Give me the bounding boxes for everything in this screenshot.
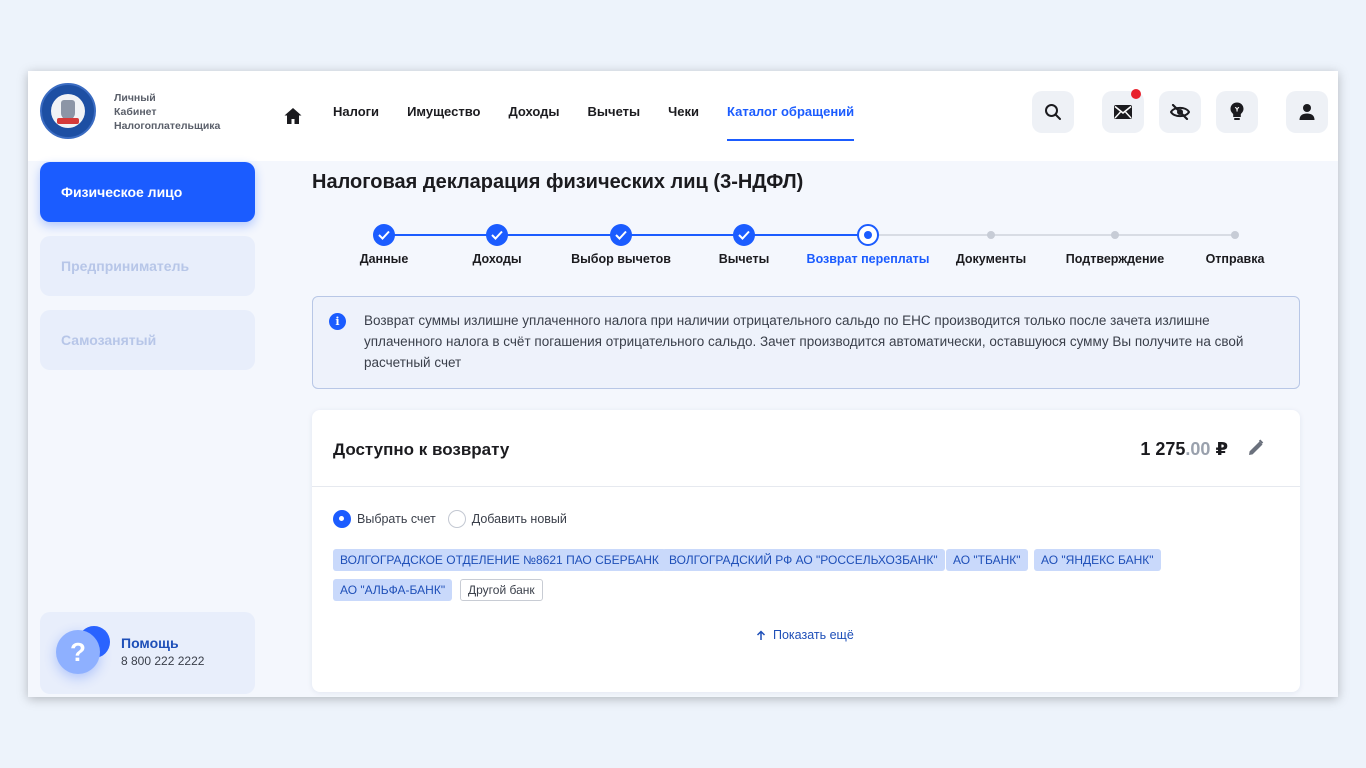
check-icon [378, 230, 390, 240]
brand-text[interactable]: Личный Кабинет Налогоплательщика [114, 91, 220, 133]
step-node-deductions[interactable] [733, 224, 755, 246]
user-icon [1299, 104, 1315, 120]
account-choice: Выбрать счет Добавить новый [333, 510, 579, 528]
radio-add-new-label[interactable]: Добавить новый [472, 512, 567, 526]
check-icon [615, 230, 627, 240]
refund-amount: 1 275.00 ₽ [1140, 439, 1228, 460]
help-phone: 8 800 222 2222 [121, 654, 205, 668]
nav-income[interactable]: Доходы [508, 71, 559, 161]
radio-select-account-label[interactable]: Выбрать счет [357, 512, 436, 526]
pencil-icon [1249, 439, 1264, 455]
bank-chip-yandex[interactable]: АО "ЯНДЕКС БАНК" [1034, 549, 1161, 571]
step-label-deductions[interactable]: Вычеты [719, 252, 770, 266]
step-node-income[interactable] [486, 224, 508, 246]
ideas-button[interactable]: Y [1216, 91, 1258, 133]
main-content: Налоговая декларация физических лиц (3-Н… [282, 161, 1338, 697]
bank-chip-alfa[interactable]: АО "АЛЬФА-БАНК" [333, 579, 453, 601]
stepper-remaining-line [868, 234, 1235, 236]
eye-off-icon [1170, 104, 1190, 120]
sidebar-item-self-employed[interactable]: Самозанятый [40, 310, 255, 370]
ribbon-icon [57, 118, 79, 124]
step-label-data[interactable]: Данные [360, 252, 409, 266]
show-more-label: Показать ещё [773, 628, 854, 642]
help-card[interactable]: ? Помощь 8 800 222 2222 [40, 612, 255, 694]
step-label-choose-deductions[interactable]: Выбор вычетов [571, 252, 671, 266]
currency-sign: ₽ [1215, 439, 1228, 459]
svg-text:Y: Y [1234, 107, 1240, 114]
messages-button[interactable] [1102, 89, 1144, 133]
info-notice: i Возврат суммы излишне уплаченного нало… [312, 296, 1300, 389]
brand-line-2: Кабинет [114, 106, 157, 118]
step-label-documents: Документы [955, 252, 1027, 266]
step-node-documents [987, 231, 995, 239]
amount-decimal: .00 [1185, 439, 1211, 459]
nav-receipts[interactable]: Чеки [668, 71, 699, 161]
step-node-sending [1231, 231, 1239, 239]
step-node-choose-deductions[interactable] [610, 224, 632, 246]
nav-taxes[interactable]: Налоги [333, 71, 379, 161]
page-title: Налоговая декларация физических лиц (3-Н… [312, 171, 804, 193]
search-icon [1045, 104, 1061, 120]
radio-select-account[interactable] [333, 510, 351, 528]
top-header: Личный Кабинет Налогоплательщика Налоги … [28, 71, 1338, 161]
step-label-confirmation: Подтверждение [1065, 252, 1165, 266]
nav-deductions[interactable]: Вычеты [588, 71, 641, 161]
accessibility-button[interactable] [1159, 91, 1201, 133]
question-icon: ? [56, 630, 100, 674]
refund-card-title: Доступно к возврату [333, 440, 510, 459]
eagle-icon [61, 100, 75, 120]
step-node-data[interactable] [373, 224, 395, 246]
profile-button[interactable] [1286, 91, 1328, 133]
step-label-income[interactable]: Доходы [472, 252, 521, 266]
bank-chip-other[interactable]: Другой банк [460, 579, 543, 601]
search-button[interactable] [1032, 91, 1074, 133]
check-icon [738, 230, 750, 240]
brand-line-3: Налогоплательщика [114, 120, 221, 132]
edit-amount-button[interactable] [1247, 439, 1267, 459]
lightbulb-icon: Y [1230, 102, 1244, 120]
declaration-stepper: Данные Доходы Выбор вычетов Вычеты Возвр… [282, 215, 1338, 275]
brand-line-1: Личный [114, 92, 156, 104]
check-icon [491, 230, 503, 240]
step-node-confirmation [1111, 231, 1119, 239]
sidebar-item-entrepreneur[interactable]: Предприниматель [40, 236, 255, 296]
amount-integer: 1 275 [1140, 439, 1186, 459]
nav-requests-catalog[interactable]: Каталог обращений [727, 71, 855, 161]
help-title: Помощь [121, 635, 179, 651]
refund-card: Доступно к возврату 1 275.00 ₽ Выбрать с… [312, 410, 1300, 692]
step-label-refund[interactable]: Возврат переплаты [807, 252, 930, 266]
arrow-up-icon [756, 629, 766, 640]
nav-property[interactable]: Имущество [407, 71, 480, 161]
home-icon[interactable] [283, 106, 303, 126]
info-icon: i [329, 313, 346, 330]
app-window: Личный Кабинет Налогоплательщика Налоги … [28, 71, 1338, 697]
fns-emblem-logo[interactable] [40, 83, 96, 139]
sidebar: Физическое лицо Предприниматель Самозаня… [28, 161, 282, 697]
sidebar-item-individual[interactable]: Физическое лицо [40, 162, 255, 222]
step-node-refund[interactable] [857, 224, 879, 246]
mail-icon [1114, 105, 1132, 119]
show-more-link[interactable]: Показать ещё [756, 628, 854, 642]
bank-chip-sberbank[interactable]: ВОЛГОГРАДСКОЕ ОТДЕЛЕНИЕ №8621 ПАО СБЕРБА… [333, 549, 666, 571]
radio-add-new[interactable] [447, 510, 466, 528]
card-divider [312, 486, 1300, 487]
info-text: Возврат суммы излишне уплаченного налога… [364, 313, 1244, 370]
step-label-sending: Отправка [1205, 252, 1265, 266]
main-nav: Налоги Имущество Доходы Вычеты Чеки Ката… [283, 71, 882, 161]
emblem-center [51, 94, 85, 128]
notification-dot [1131, 89, 1141, 99]
bank-chip-rosselkhozbank[interactable]: ВОЛГОГРАДСКИЙ РФ АО "РОССЕЛЬХОЗБАНК" [662, 549, 945, 571]
bank-chip-tbank[interactable]: АО "ТБАНК" [946, 549, 1028, 571]
